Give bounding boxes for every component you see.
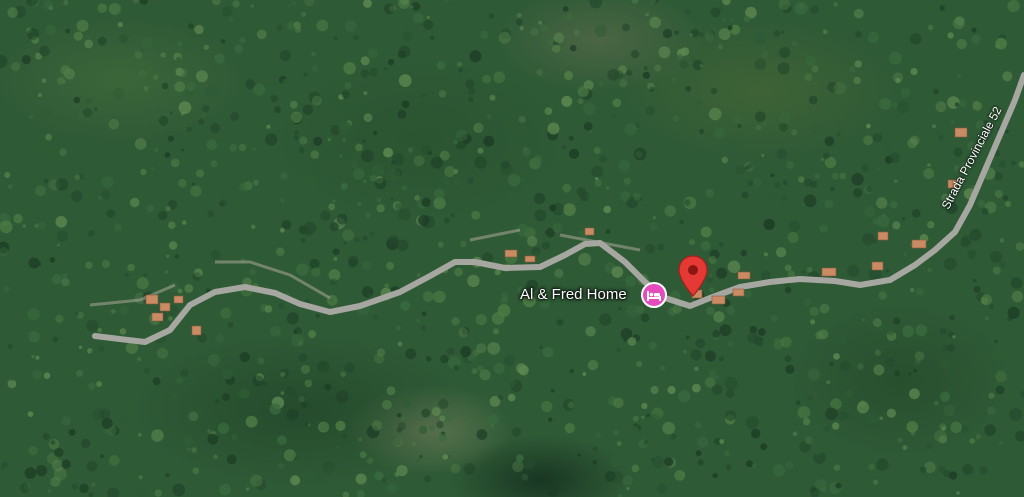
location-pin-icon: [678, 255, 708, 297]
poi-marker[interactable]: [640, 281, 668, 309]
satellite-map[interactable]: Strada Provinciale 52 Al & Fred Home: [0, 0, 1024, 497]
poi-label[interactable]: Al & Fred Home: [520, 286, 627, 303]
terrain-texture: [0, 0, 1024, 497]
location-pin[interactable]: [676, 254, 710, 298]
